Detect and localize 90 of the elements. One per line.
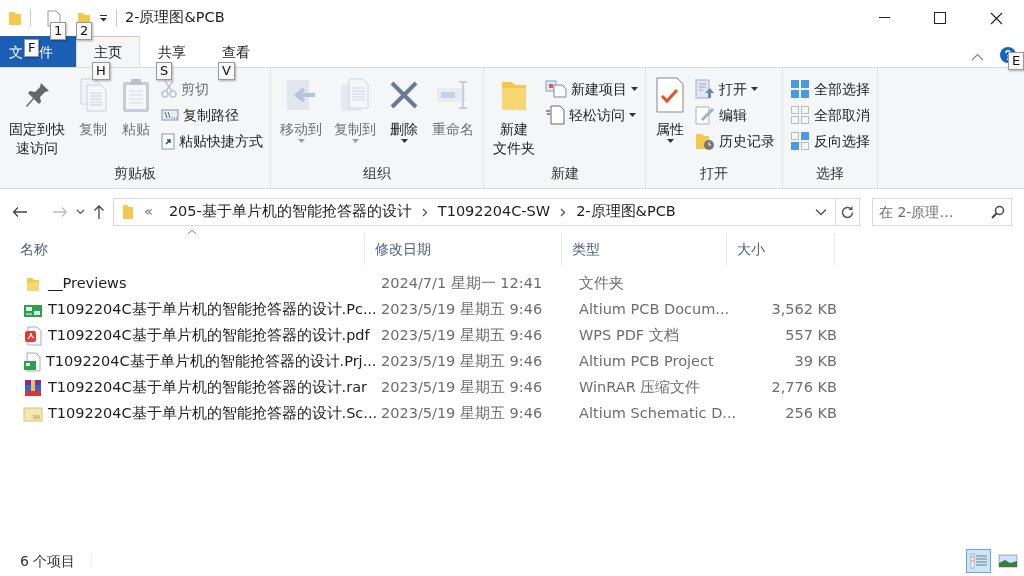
invert-selection-icon xyxy=(790,131,810,151)
ribbon-button[interactable]: 历史记录 xyxy=(692,128,778,154)
checklist-icon xyxy=(655,76,685,114)
ribbon-button[interactable]: 删除 xyxy=(383,72,425,162)
group-label: 剪贴板 xyxy=(113,164,157,183)
history-icon xyxy=(695,131,715,151)
table-cell-text: WinRAR 压缩文件 xyxy=(578,378,702,398)
file-name[interactable]: __Previews xyxy=(48,273,127,295)
new-item-icon xyxy=(545,80,567,98)
ribbon-button[interactable]: 复制路径 xyxy=(158,102,242,128)
keytip-tooltip: 2 xyxy=(76,22,93,40)
dropdown-icon[interactable] xyxy=(815,208,827,216)
document-icon xyxy=(545,105,565,125)
column-header[interactable]: 类型 xyxy=(562,233,727,265)
group-label: 组织 xyxy=(362,164,392,183)
breadcrumb-item[interactable]: T1092204C-SW xyxy=(431,201,557,223)
up-icon[interactable] xyxy=(93,204,105,220)
column-header[interactable]: 修改日期 xyxy=(365,233,562,265)
copy-icon xyxy=(77,76,109,114)
ribbon-button[interactable]: 粘贴快捷方式 xyxy=(158,128,266,154)
search-field[interactable]: 在 2-原理… xyxy=(872,198,1012,226)
table-cell-text: 2023/5/19 星期五 9:46 xyxy=(380,378,544,398)
address-bar[interactable]: « 205-基于单片机的智能抢答器的设计 T1092204C-SW 2-原理图&PCB xyxy=(113,198,860,226)
keytip-tooltip: H xyxy=(92,62,110,80)
group-label: 选择 xyxy=(815,164,845,183)
keytip-tooltip: E xyxy=(1008,52,1024,70)
search-icon xyxy=(991,205,1005,219)
path-icon xyxy=(161,109,179,121)
table-cell-text: WPS PDF 文档 xyxy=(578,326,680,346)
ribbon-button[interactable]: 新建 文件夹 xyxy=(488,72,540,162)
ribbon-button[interactable]: 全部取消 xyxy=(787,102,873,128)
table-cell-text: 256 KB xyxy=(784,404,837,424)
ribbon-button[interactable]: 编辑 xyxy=(692,102,750,128)
minimize-icon[interactable] xyxy=(878,17,890,19)
ribbon-button[interactable]: 固定到快 速访问 xyxy=(4,72,70,162)
ribbon-button[interactable]: 新建项目 xyxy=(542,76,641,102)
collapse-ribbon-icon[interactable] xyxy=(971,53,984,61)
file-name[interactable]: T1092204C基于单片机的智能抢答器的设计.Pc... xyxy=(48,299,377,321)
ribbon-button[interactable]: 轻松访问 xyxy=(542,102,639,128)
maximize-icon[interactable] xyxy=(934,12,946,24)
table-cell-text: 2023/5/19 星期五 9:46 xyxy=(380,404,544,424)
chevron-icon[interactable] xyxy=(421,207,428,217)
table-cell-text: 2023/5/19 星期五 9:46 xyxy=(380,352,544,372)
table-cell-text: 2,776 KB xyxy=(770,378,837,398)
file-name[interactable]: T1092204C基于单片机的智能抢答器的设计.Prj... xyxy=(46,351,377,373)
window-title: 2-原理图&PCB xyxy=(125,8,225,28)
select-all-icon xyxy=(790,79,810,99)
edit-icon xyxy=(695,105,715,125)
ribbon-button[interactable]: 属性 xyxy=(650,72,690,162)
breadcrumb-item[interactable]: 2-原理图&PCB xyxy=(570,201,682,223)
overflow-chevron[interactable]: « xyxy=(138,201,159,223)
group-label: 打开 xyxy=(699,164,729,183)
back-icon[interactable] xyxy=(12,206,28,218)
keytip-tooltip: S xyxy=(156,62,173,80)
file-name[interactable]: T1092204C基于单片机的智能抢答器的设计.Sc... xyxy=(48,403,378,425)
dropdown-icon[interactable] xyxy=(99,14,108,22)
ribbon-button[interactable]: 全部选择 xyxy=(787,76,873,102)
select-none-icon xyxy=(790,105,810,125)
shortcut-icon xyxy=(161,132,175,150)
table-cell-text: 3,562 KB xyxy=(770,300,837,320)
item-count: 6 个项目 xyxy=(19,551,76,571)
open-icon xyxy=(695,79,715,99)
table-cell-text: Altium PCB Docum... xyxy=(578,300,731,320)
table-cell-text: 文件夹 xyxy=(578,274,625,294)
ribbon-tab[interactable]: 主页 xyxy=(76,36,140,67)
breadcrumb-item[interactable]: 205-基于单片机的智能抢答器的设计 xyxy=(162,201,418,223)
keytip-tooltip: F xyxy=(24,39,40,57)
scissors-icon xyxy=(161,80,177,98)
file-name[interactable]: T1092204C基于单片机的智能抢答器的设计.rar xyxy=(48,377,367,399)
keytip-tooltip: 1 xyxy=(50,22,67,40)
ribbon-button[interactable]: 打开 xyxy=(692,76,761,102)
clipboard-icon xyxy=(121,76,151,114)
group-label: 新建 xyxy=(549,164,580,183)
column-header[interactable]: 大小 xyxy=(727,233,835,265)
table-cell-text: Altium Schematic D... xyxy=(578,404,737,424)
column-header[interactable]: 名称 xyxy=(10,233,365,265)
folder-icon xyxy=(122,204,134,220)
table-cell-text: 557 KB xyxy=(784,326,837,346)
table-cell-text: 39 KB xyxy=(793,352,837,372)
chevron-icon[interactable] xyxy=(560,207,567,217)
table-cell-text: 2024/7/1 星期一 12:41 xyxy=(380,274,544,294)
file-name[interactable]: T1092204C基于单片机的智能抢答器的设计.pdf xyxy=(48,325,370,347)
table-cell-text: 2023/5/19 星期五 9:46 xyxy=(380,326,544,346)
table-cell-text: Altium PCB Project xyxy=(578,352,715,372)
table-cell-text: 2023/5/19 星期五 9:46 xyxy=(380,300,544,320)
copy-to-icon xyxy=(339,76,371,114)
ribbon-button[interactable]: 反向选择 xyxy=(787,128,873,154)
recent-dropdown-icon[interactable] xyxy=(76,209,85,215)
close-icon[interactable] xyxy=(989,11,1003,25)
keytip-tooltip: V xyxy=(218,62,235,80)
